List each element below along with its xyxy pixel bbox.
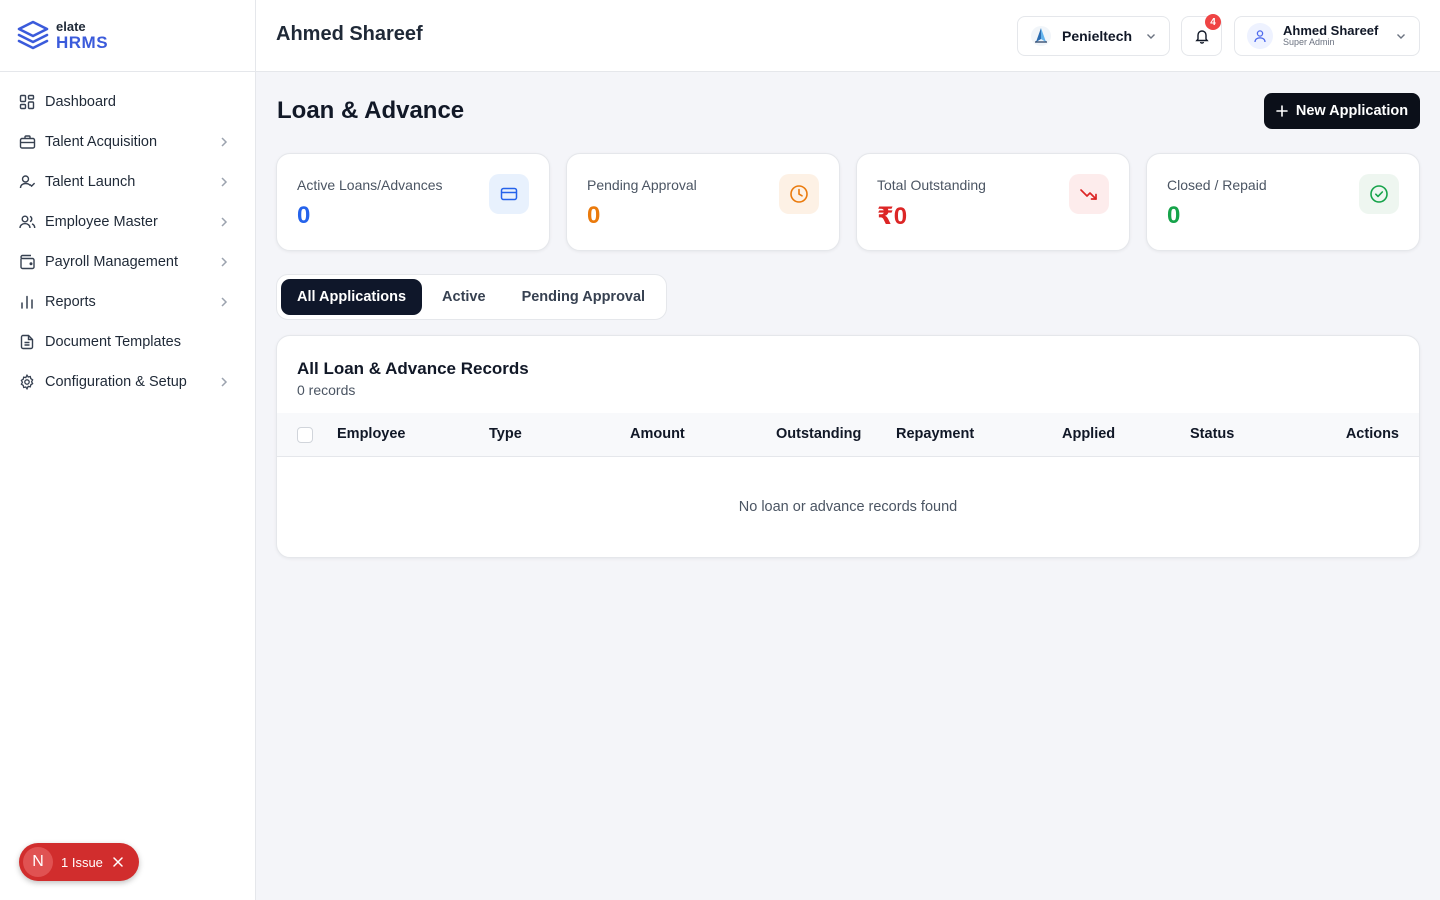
bell-icon [1194, 30, 1209, 44]
sidebar-item-label: Talent Acquisition [45, 134, 158, 150]
check-circle-icon [1359, 174, 1399, 214]
tab-all-applications[interactable]: All Applications [281, 279, 423, 315]
stat-label: Active Loans/Advances [297, 177, 443, 193]
column-amount[interactable]: Amount [630, 426, 685, 442]
chevron-right-icon [221, 297, 228, 307]
user-menu[interactable]: Ahmed Shareef Super Admin [1234, 16, 1420, 56]
user-icon [1254, 30, 1266, 43]
close-icon[interactable] [113, 857, 123, 867]
chevron-right-icon [221, 257, 228, 267]
sidebar-item-label: Employee Master [45, 214, 158, 230]
sidebar-item-dashboard[interactable]: Dashboard [0, 82, 255, 122]
sidebar-item-reports[interactable]: Reports [0, 282, 255, 322]
sidebar-nav: Dashboard Talent Acquisition Talent Laun… [0, 72, 255, 402]
page-title: Loan & Advance [277, 97, 465, 124]
trending-down-icon [1069, 174, 1109, 214]
sidebar-item-configuration-setup[interactable]: Configuration & Setup [0, 362, 255, 402]
select-all-checkbox[interactable] [297, 427, 313, 443]
stat-value: 0 [587, 202, 601, 229]
briefcase-icon [18, 133, 36, 151]
column-type[interactable]: Type [489, 426, 522, 442]
new-application-button[interactable]: New Application [1264, 93, 1420, 129]
users-icon [18, 213, 36, 231]
column-status[interactable]: Status [1190, 426, 1234, 442]
records-count: 0 records [297, 382, 356, 398]
application-tabs: All Applications Active Pending Approval [276, 274, 667, 320]
tab-pending-approval[interactable]: Pending Approval [506, 279, 662, 315]
avatar [1247, 23, 1273, 49]
stat-value: ₹0 [877, 203, 908, 230]
new-application-label: New Application [1295, 103, 1409, 119]
empty-state-message: No loan or advance records found [738, 499, 958, 515]
sidebar-item-document-templates[interactable]: Document Templates [0, 322, 255, 362]
user-role: Super Admin [1283, 37, 1335, 48]
stat-label: Total Outstanding [877, 177, 986, 193]
records-title: All Loan & Advance Records [297, 359, 529, 378]
chevron-right-icon [221, 377, 228, 387]
stat-label: Pending Approval [587, 177, 697, 193]
notifications-button[interactable]: 4 [1181, 14, 1222, 56]
table-header: Employee Type Amount Outstanding Repayme… [277, 413, 1419, 457]
stat-card-closed-repaid: Closed / Repaid 0 [1146, 153, 1420, 251]
sidebar-item-talent-launch[interactable]: Talent Launch [0, 162, 255, 202]
header-title: Ahmed Shareef [276, 23, 423, 45]
issue-indicator[interactable]: N 1 Issue [19, 843, 139, 881]
column-employee[interactable]: Employee [337, 426, 406, 442]
sidebar-item-talent-acquisition[interactable]: Talent Acquisition [0, 122, 255, 162]
chevron-down-icon [1147, 34, 1155, 39]
issue-letter: N [23, 847, 53, 877]
company-logo-icon [1031, 26, 1051, 46]
document-icon [18, 333, 36, 351]
stat-value: 0 [1167, 202, 1181, 229]
chevron-right-icon [221, 177, 228, 187]
company-name: Penieltech [1062, 28, 1133, 44]
stat-label: Closed / Repaid [1167, 177, 1267, 193]
credit-card-icon [489, 174, 529, 214]
sidebar-item-label: Reports [45, 294, 96, 310]
brand-logo[interactable]: elate HRMS [0, 0, 255, 72]
sidebar-item-employee-master[interactable]: Employee Master [0, 202, 255, 242]
top-header: Ahmed Shareef Penieltech 4 Ahmed Shareef… [256, 0, 1440, 72]
chevron-down-icon [1397, 34, 1405, 39]
sidebar-item-label: Payroll Management [45, 254, 178, 270]
gear-icon [18, 373, 36, 391]
tab-active[interactable]: Active [426, 279, 502, 315]
user-name: Ahmed Shareef [1283, 22, 1379, 38]
notification-badge: 4 [1205, 14, 1221, 30]
issue-label: 1 Issue [61, 854, 103, 870]
dashboard-icon [18, 93, 36, 111]
brand-top: elate [56, 19, 86, 34]
chevron-right-icon [221, 217, 228, 227]
sidebar-item-label: Talent Launch [45, 174, 136, 190]
sidebar-item-label: Configuration & Setup [45, 374, 187, 390]
sidebar: elate HRMS Dashboard Talent Acquisition … [0, 0, 256, 900]
stat-value: 0 [297, 202, 311, 229]
stat-card-total-outstanding: Total Outstanding ₹0 [856, 153, 1130, 251]
column-outstanding[interactable]: Outstanding [776, 426, 861, 442]
sidebar-item-payroll-management[interactable]: Payroll Management [0, 242, 255, 282]
column-repayment[interactable]: Repayment [896, 426, 974, 442]
layers-logo-icon [17, 20, 49, 49]
stat-card-pending-approval: Pending Approval 0 [566, 153, 840, 251]
plus-icon [1276, 105, 1288, 117]
chevron-right-icon [221, 137, 228, 147]
stat-card-active-loans: Active Loans/Advances 0 [276, 153, 550, 251]
column-actions: Actions [1345, 426, 1399, 442]
column-applied[interactable]: Applied [1062, 426, 1115, 442]
brand-bottom: HRMS [56, 33, 109, 52]
company-selector[interactable]: Penieltech [1017, 16, 1170, 56]
user-check-icon [18, 173, 36, 191]
clock-icon [779, 174, 819, 214]
sidebar-item-label: Document Templates [45, 334, 181, 350]
wallet-icon [18, 253, 36, 271]
records-panel: All Loan & Advance Records 0 records Emp… [276, 335, 1420, 558]
sidebar-item-label: Dashboard [45, 94, 116, 110]
bar-chart-icon [18, 293, 36, 311]
